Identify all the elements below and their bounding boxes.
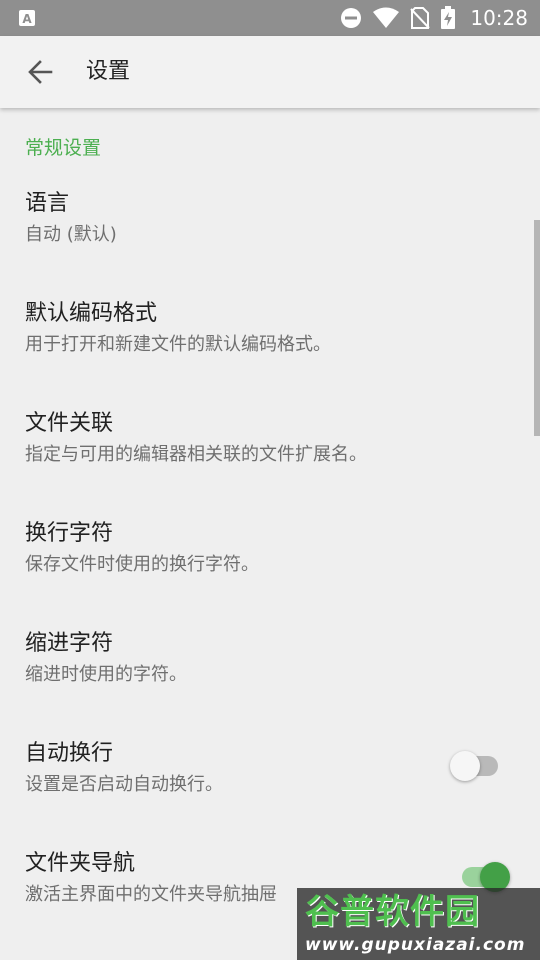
setting-default-encoding[interactable]: 默认编码格式 用于打开和新建文件的默认编码格式。	[0, 298, 540, 408]
arrow-back-icon	[28, 60, 53, 84]
setting-line-ending[interactable]: 换行字符 保存文件时使用的换行字符。	[0, 518, 540, 628]
toggle-thumb	[450, 751, 480, 781]
status-time: 10:28	[470, 6, 528, 30]
setting-title: 缩进字符	[25, 631, 114, 656]
setting-summary: 自动 (默认)	[25, 224, 117, 245]
setting-file-association[interactable]: 文件关联 指定与可用的编辑器相关联的文件扩展名。	[0, 408, 540, 518]
battery-charging-icon	[441, 6, 456, 29]
back-button[interactable]	[16, 48, 64, 96]
status-icons: 10:28	[340, 0, 528, 36]
page-title: 设置	[86, 59, 131, 84]
setting-title: 语言	[25, 191, 70, 216]
word-wrap-toggle[interactable]	[450, 748, 502, 782]
watermark-logo: 谷普软件园	[305, 892, 480, 932]
setting-title: 文件夹导航	[25, 851, 136, 876]
setting-summary: 用于打开和新建文件的默认编码格式。	[25, 334, 331, 355]
watermark-url: www.gupuxiazai.com	[305, 935, 526, 955]
setting-summary: 指定与可用的编辑器相关联的文件扩展名。	[25, 444, 367, 465]
wifi-icon	[373, 7, 400, 28]
setting-summary: 保存文件时使用的换行字符。	[25, 554, 259, 575]
status-bar: A 10:28	[0, 0, 540, 36]
section-header-general: 常规设置	[25, 137, 102, 159]
watermark: 谷普软件园 www.gupuxiazai.com	[297, 888, 540, 960]
setting-title: 换行字符	[25, 521, 114, 546]
app-bar: 设置	[0, 36, 540, 108]
setting-word-wrap[interactable]: 自动换行 设置是否启动自动换行。	[0, 738, 540, 848]
setting-summary: 设置是否启动自动换行。	[25, 774, 223, 795]
setting-title: 自动换行	[25, 741, 114, 766]
setting-title: 默认编码格式	[25, 301, 158, 326]
svg-text:A: A	[22, 12, 32, 26]
setting-indent-character[interactable]: 缩进字符 缩进时使用的字符。	[0, 628, 540, 738]
scrollbar[interactable]	[534, 220, 540, 436]
settings-list[interactable]: 常规设置 语言 自动 (默认) 默认编码格式 用于打开和新建文件的默认编码格式。…	[0, 108, 540, 960]
setting-summary: 缩进时使用的字符。	[25, 664, 187, 685]
setting-language[interactable]: 语言 自动 (默认)	[0, 188, 540, 298]
do-not-disturb-icon	[341, 8, 362, 28]
setting-title: 文件关联	[25, 411, 114, 436]
no-sim-icon	[410, 7, 431, 29]
notification-a-icon: A	[19, 10, 35, 26]
setting-summary: 激活主界面中的文件夹导航抽屉	[25, 884, 277, 905]
